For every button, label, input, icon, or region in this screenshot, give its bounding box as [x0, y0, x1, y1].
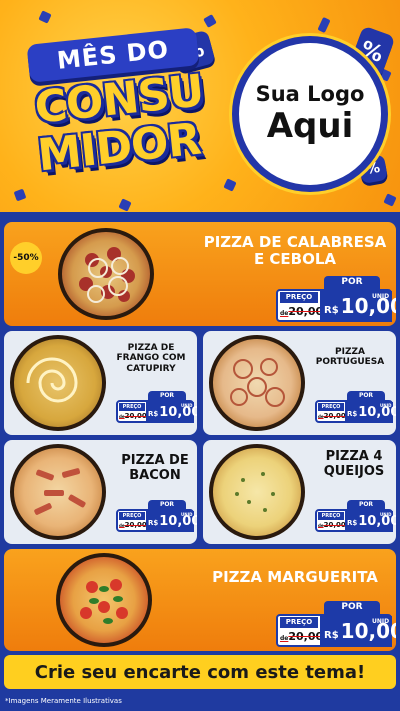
price-preco-label: PREÇO	[318, 403, 344, 411]
product-name: PIZZA DE CALABRESA E CEBOLA	[203, 233, 387, 269]
price-por-label: POR	[324, 601, 380, 614]
price-por-label: POR	[347, 391, 385, 400]
pizza-bacon-image	[10, 444, 106, 540]
price-unit: UNID	[380, 403, 392, 408]
pizza-marguerita-image	[56, 553, 152, 647]
pizza-toppings-icon	[230, 358, 285, 407]
pizza-toppings-icon	[235, 472, 275, 512]
price-preco-label: PREÇO	[280, 617, 318, 628]
price-tag: POR PREÇO de20,00 R$ 10,00 UNID	[315, 391, 396, 423]
pizza-toppings-icon	[79, 247, 135, 303]
price-unit: UNID	[372, 293, 390, 300]
old-price: de20,00	[318, 521, 346, 529]
product-card-marguerita[interactable]: PIZZA MARGUERITA POR PREÇO de20,00 R$ 10…	[4, 549, 396, 651]
old-price: de20,00	[119, 412, 147, 420]
confetti-shape	[383, 193, 397, 207]
pizza-toppings-icon	[80, 579, 128, 624]
product-card-calabresa[interactable]: -50% PIZZA DE CALABRESA E CEBOLA POR PRE…	[4, 222, 396, 326]
confetti-shape	[118, 198, 132, 212]
product-name: PIZZA DE FRANGO COM CATUPIRY	[116, 343, 186, 374]
discount-badge: -50%	[10, 242, 42, 274]
pizza-toppings-icon	[26, 357, 78, 403]
pizza-quatro-queijos-image	[209, 444, 305, 540]
old-price: de20,00	[280, 630, 324, 643]
product-card-portuguesa[interactable]: PIZZA PORTUGUESA POR PREÇO de20,00 R$ 10…	[203, 331, 396, 435]
pizza-calabresa-image	[58, 228, 154, 320]
price-unit: UNID	[372, 618, 390, 625]
logo-text-line-2: Aqui	[266, 106, 354, 146]
price-tag: POR PREÇO de20,00 R$ 10,00 UNID	[116, 391, 197, 423]
price-box: PREÇO de20,00 R$ 10,00 UNID	[276, 289, 396, 322]
old-price: de20,00	[280, 305, 324, 318]
footnote: *Imagens Meramente Ilustrativas	[5, 697, 122, 705]
product-card-quatro-queijos[interactable]: PIZZA 4 QUEIJOS POR PREÇO de20,00 R$ 10,…	[203, 440, 396, 544]
price-por-label: POR	[347, 500, 385, 509]
pizza-frango-image	[10, 335, 106, 431]
price-por-label: POR	[324, 276, 380, 289]
price-por-label: POR	[148, 500, 186, 509]
pizza-toppings-icon	[34, 468, 86, 515]
price-por-label: POR	[148, 391, 186, 400]
product-name: PIZZA MARGUERITA	[212, 568, 378, 586]
price-box: PREÇO de20,00 R$ 10,00 UNID	[116, 400, 197, 423]
header-banner: % % % MÊS DO CONSU MIDOR Sua Logo Aqui	[0, 0, 400, 215]
logo-placeholder[interactable]: Sua Logo Aqui	[232, 36, 388, 192]
confetti-shape	[317, 16, 331, 34]
price-unit: UNID	[181, 403, 193, 408]
price-tag: POR PREÇO de20,00 R$ 10,00 UNID	[276, 601, 396, 647]
price-unit: UNID	[181, 512, 193, 517]
product-name: PIZZA 4 QUEIJOS	[323, 449, 385, 479]
price-preco-label: PREÇO	[280, 292, 318, 303]
price-preco-label: PREÇO	[318, 512, 344, 520]
price-preco-label: PREÇO	[119, 403, 145, 411]
price-box: PREÇO de20,00 R$ 10,00 UNID	[315, 400, 396, 423]
cta-banner[interactable]: Crie seu encarte com este tema!	[4, 655, 396, 689]
product-name: PIZZA DE BACON	[121, 453, 189, 483]
price-box: PREÇO de20,00 R$ 10,00 UNID	[276, 614, 396, 647]
price-box: PREÇO de20,00 R$ 10,00 UNID	[116, 509, 197, 532]
campaign-title: MÊS DO CONSU MIDOR	[8, 22, 230, 197]
logo-text-line-1: Sua Logo	[255, 82, 365, 106]
product-card-bacon[interactable]: PIZZA DE BACON POR PREÇO de20,00 R$ 10,0…	[4, 440, 197, 544]
price-tag: POR PREÇO de20,00 R$ 10,00 UNID	[116, 500, 197, 532]
old-price: de20,00	[318, 412, 346, 420]
old-price: de20,00	[119, 521, 147, 529]
product-name: PIZZA PORTUGUESA	[315, 347, 385, 368]
price-box: PREÇO de20,00 R$ 10,00 UNID	[315, 509, 396, 532]
price-unit: UNID	[380, 512, 392, 517]
price-tag: POR PREÇO de20,00 R$ 10,00 UNID	[315, 500, 396, 532]
price-tag: POR PREÇO de20,00 R$ 10,00 UNID	[276, 276, 396, 322]
product-card-frango[interactable]: PIZZA DE FRANGO COM CATUPIRY POR PREÇO d…	[4, 331, 197, 435]
price-preco-label: PREÇO	[119, 512, 145, 520]
pizza-portuguesa-image	[209, 335, 305, 431]
